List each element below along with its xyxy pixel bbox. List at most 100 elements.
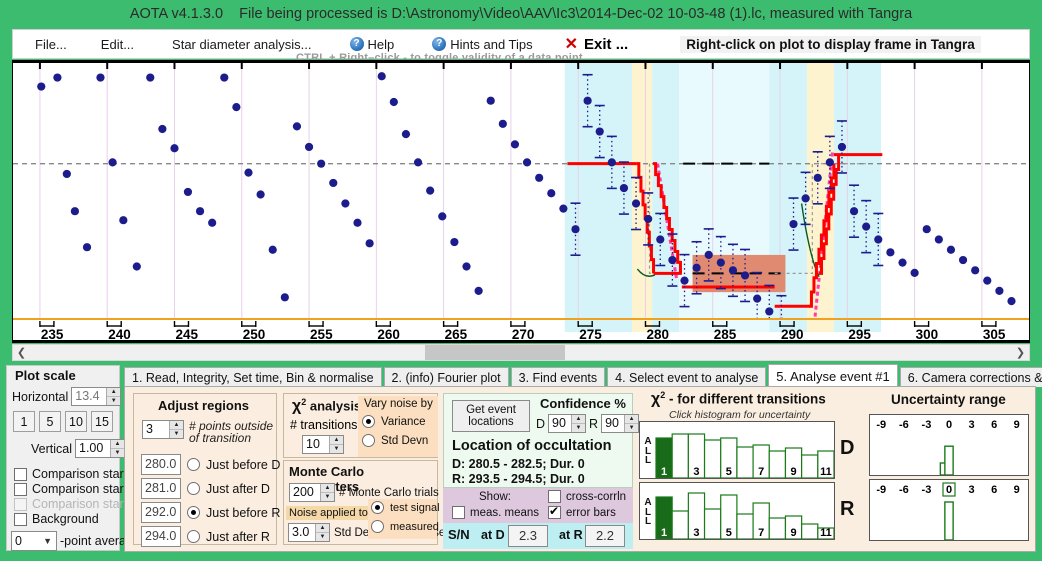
transitions-stepper-down-icon[interactable]: ▼ xyxy=(330,445,343,453)
background-checkbox-icon[interactable] xyxy=(14,512,27,526)
transitions-stepper[interactable]: 10 ▲ ▼ xyxy=(302,435,344,454)
comparison-star-2-checkbox-icon[interactable] xyxy=(14,482,27,496)
vary-noise-variance-option[interactable]: Variance xyxy=(362,415,426,428)
variance-radio[interactable] xyxy=(362,415,375,428)
checkbox-comparison-star-2[interactable]: Comparison star 2 xyxy=(14,482,134,496)
cross-corrln-checkbox-icon[interactable] xyxy=(548,490,561,503)
exit-button[interactable]: ✕ Exit ... xyxy=(565,34,629,54)
just-after-d-value[interactable]: 281.0 xyxy=(141,478,181,499)
checkbox-comparison-star-1[interactable]: Comparison star 1 xyxy=(14,467,134,481)
vertical-scale-stepper[interactable]: 1.00 ▲ ▼ xyxy=(75,439,125,458)
horizontal-stepper-down-icon[interactable]: ▼ xyxy=(107,397,120,405)
bottom-controls-area: Plot scale Horizontal 13.4 ▲ ▼ 1 5 10 15 xyxy=(0,361,1042,555)
checkbox-cross-corrln[interactable]: cross-corrln xyxy=(548,490,626,503)
transitions-stepper-buttons[interactable]: ▲ ▼ xyxy=(329,436,343,453)
vary-noise-stddevn-option[interactable]: Std Devn xyxy=(362,434,428,447)
stddev-stepper-down-icon[interactable]: ▼ xyxy=(316,533,329,541)
horizontal-stepper-up-icon[interactable]: ▲ xyxy=(107,388,121,397)
chi-histogram-d-svg[interactable]: 1 3 5 7 9 11 xyxy=(640,422,835,479)
confidence-d-up-icon[interactable]: ▲ xyxy=(572,415,586,424)
vertical-stepper-buttons[interactable]: ▲ ▼ xyxy=(110,440,124,457)
confidence-r-stepper[interactable]: 90 ▲ ▼ xyxy=(601,414,640,433)
confidence-r-buttons[interactable]: ▲ ▼ xyxy=(624,415,639,432)
scale-button-10[interactable]: 10 xyxy=(65,411,87,432)
region-row-just-before-r[interactable]: 292.0 Just before R xyxy=(141,502,280,523)
checkbox-error-bars[interactable]: error bars xyxy=(548,504,616,519)
region-row-just-before-d[interactable]: 280.0 Just before D xyxy=(141,454,280,475)
scale-button-15[interactable]: 15 xyxy=(91,411,113,432)
meas-means-checkbox-icon[interactable] xyxy=(452,506,465,519)
just-before-d-value[interactable]: 280.0 xyxy=(141,454,181,475)
just-after-r-radio[interactable] xyxy=(187,530,200,543)
just-before-d-label: Just before D xyxy=(206,457,281,472)
tab-camera-corrections[interactable]: 6. Camera corrections & final times Even… xyxy=(899,367,1042,387)
just-before-r-value[interactable]: 292.0 xyxy=(141,502,181,523)
tab-fourier-plot[interactable]: 2. (info) Fourier plot xyxy=(383,367,509,387)
chevron-down-icon[interactable]: ▼ xyxy=(43,536,52,546)
scale-button-5[interactable]: 5 xyxy=(39,411,61,432)
chi-histogram-r[interactable]: 1 3 5 7 9 11 xyxy=(639,482,835,540)
uncertainty-d-svg[interactable]: -9 -6 -3 0 3 6 9 xyxy=(870,415,1028,476)
points-stepper-down-icon[interactable]: ▼ xyxy=(170,430,183,438)
uncertainty-histogram-r[interactable]: -9 -6 -3 0 3 6 9 xyxy=(869,479,1029,541)
points-outside-stepper[interactable]: 3 ▲ ▼ xyxy=(142,420,184,439)
scale-button-1[interactable]: 1 xyxy=(13,411,35,432)
scrollbar-track[interactable] xyxy=(30,345,1012,360)
horizontal-scale-stepper[interactable]: 13.4 ▲ ▼ xyxy=(71,387,122,406)
stddev-stepper-up-icon[interactable]: ▲ xyxy=(316,524,329,533)
light-curve-plot[interactable] xyxy=(12,60,1030,341)
checkbox-background[interactable]: Background xyxy=(14,512,134,526)
points-stepper-buttons[interactable]: ▲ ▼ xyxy=(169,421,183,438)
vertical-stepper-down-icon[interactable]: ▼ xyxy=(111,449,124,457)
confidence-d-down-icon[interactable]: ▼ xyxy=(572,424,585,432)
scroll-left-icon[interactable]: ❮ xyxy=(13,345,30,360)
just-before-d-radio[interactable] xyxy=(187,458,200,471)
menu-hints-label: Hints and Tips xyxy=(450,36,533,52)
tab-analyse-event[interactable]: 5. Analyse event #1 xyxy=(768,364,898,387)
signal-to-noise-panel: S/N at D 2.3 at R 2.2 xyxy=(443,523,633,549)
vertical-stepper-up-icon[interactable]: ▲ xyxy=(111,440,124,449)
noise-test-signal-option[interactable]: test signal xyxy=(371,501,440,514)
std-dev-limit-stepper[interactable]: 3.0 ▲ ▼ xyxy=(288,523,330,542)
trials-stepper-buttons[interactable]: ▲ ▼ xyxy=(320,484,334,501)
tab-select-event[interactable]: 4. Select event to analyse xyxy=(607,367,767,387)
chi-histogram-r-svg[interactable]: 1 3 5 7 9 11 xyxy=(640,483,835,540)
test-signal-radio[interactable] xyxy=(371,501,384,514)
std-devn-radio[interactable] xyxy=(362,434,375,447)
noise-measured-option[interactable]: measured xyxy=(371,520,439,533)
tab-read-integrity[interactable]: 1. Read, Integrity, Set time, Bin & norm… xyxy=(124,367,382,387)
confidence-d-stepper[interactable]: 90 ▲ ▼ xyxy=(548,414,587,433)
just-after-r-value[interactable]: 294.0 xyxy=(141,526,181,547)
trials-stepper-up-icon[interactable]: ▲ xyxy=(321,484,334,493)
get-event-locations-button[interactable]: Get event locations xyxy=(452,400,530,432)
tab-find-events[interactable]: 3. Find events xyxy=(510,367,606,387)
points-stepper-up-icon[interactable]: ▲ xyxy=(170,421,183,430)
chi-histogram-d[interactable]: 1 3 5 7 9 11 xyxy=(639,421,835,479)
region-row-just-after-d[interactable]: 281.0 Just after D xyxy=(141,478,280,499)
svg-text:7: 7 xyxy=(758,466,764,478)
confidence-d-buttons[interactable]: ▲ ▼ xyxy=(571,415,586,432)
just-before-r-radio[interactable] xyxy=(187,506,200,519)
measured-radio[interactable] xyxy=(371,520,384,533)
point-average-select[interactable]: 0 ▼ xyxy=(11,531,57,551)
uncertainty-histogram-d[interactable]: -9 -6 -3 0 3 6 9 xyxy=(869,414,1029,476)
just-after-d-radio[interactable] xyxy=(187,482,200,495)
comparison-star-1-checkbox-icon[interactable] xyxy=(14,467,27,481)
uncertainty-r-svg[interactable]: -9 -6 -3 0 3 6 9 xyxy=(870,480,1028,541)
stddev-stepper-buttons[interactable]: ▲ ▼ xyxy=(315,524,329,541)
region-row-just-after-r[interactable]: 294.0 Just after R xyxy=(141,526,280,547)
checkbox-meas-means[interactable]: meas. means xyxy=(452,506,539,519)
scrollbar-thumb[interactable] xyxy=(425,345,565,360)
horizontal-stepper-buttons[interactable]: ▲ ▼ xyxy=(106,388,121,405)
trials-stepper-down-icon[interactable]: ▼ xyxy=(321,493,334,501)
error-bars-checkbox-icon[interactable] xyxy=(548,504,561,519)
scroll-right-icon[interactable]: ❯ xyxy=(1012,345,1029,360)
light-curve-svg[interactable] xyxy=(13,61,1029,340)
menu-edit[interactable]: Edit... xyxy=(91,30,144,58)
monte-carlo-trials-stepper[interactable]: 200 ▲ ▼ xyxy=(289,483,335,502)
plot-horizontal-scrollbar[interactable]: ❮ ❯ xyxy=(12,344,1030,361)
svg-text:250: 250 xyxy=(243,327,266,342)
location-r-value: R: 293.5 - 294.5; Dur. 0 xyxy=(452,472,585,486)
menu-file[interactable]: File... xyxy=(25,30,77,58)
transitions-stepper-up-icon[interactable]: ▲ xyxy=(330,436,343,445)
